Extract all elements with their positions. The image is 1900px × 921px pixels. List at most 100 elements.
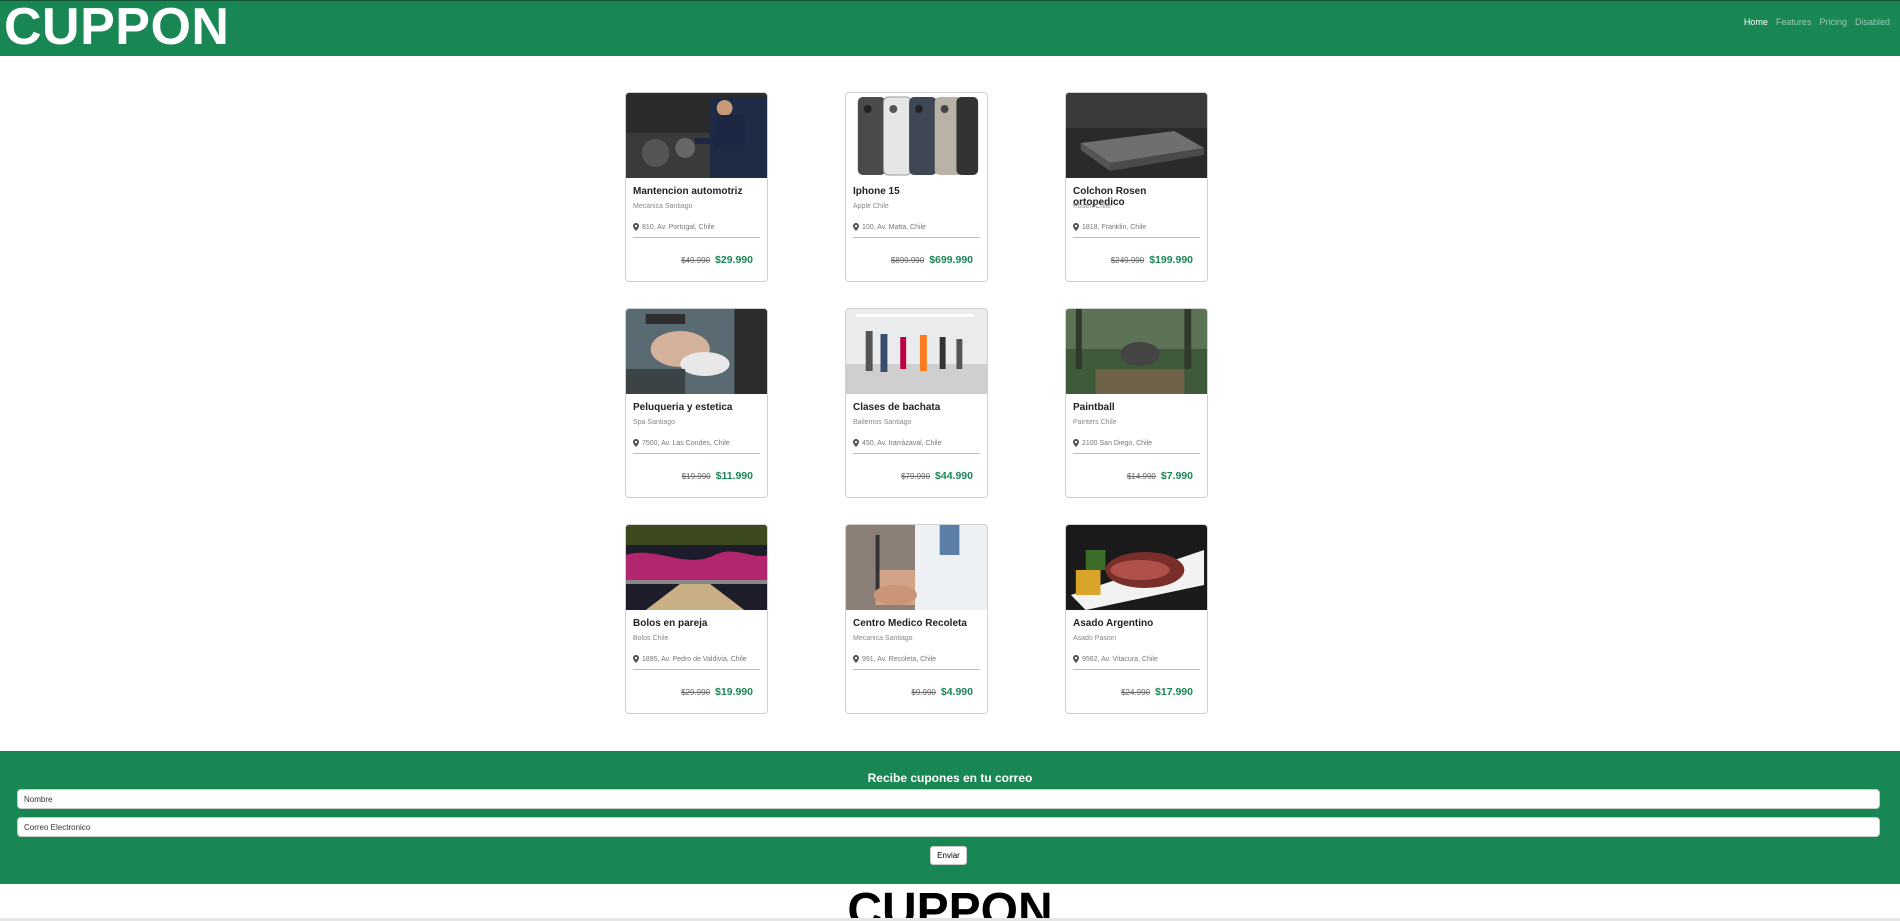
card-address-row: 450, Av. Irarrázaval, Chile xyxy=(853,439,980,447)
coupon-card[interactable]: Mantencion automotriz Mecanica Santiago 81… xyxy=(625,92,768,282)
coupon-card[interactable]: Asado Argentino Asado Pasion 9562, Av. Vit… xyxy=(1065,524,1208,714)
card-prices: $249.990 $199.990 xyxy=(1111,254,1193,266)
name-input[interactable] xyxy=(17,789,1880,809)
map-pin-icon xyxy=(1073,223,1079,231)
old-price: $24.990 xyxy=(1121,688,1151,697)
nav-link-features[interactable]: Features xyxy=(1776,17,1812,27)
card-address: 7500, Av. Las Condes, Chile xyxy=(642,439,730,447)
newsletter-section: Recibe cupones en tu correo Enviar xyxy=(0,751,1900,884)
newsletter-title: Recibe cupones en tu correo xyxy=(867,771,1033,785)
navbar: CUPPON Home Features Pricing Disabled xyxy=(0,0,1900,56)
card-title: Clases de bachata xyxy=(853,402,941,413)
card-address: 810, Av. Portugal, Chile xyxy=(642,223,715,231)
card-address-row: 991, Av. Recoleta, Chile xyxy=(853,655,980,663)
card-company: Painters Chile xyxy=(1073,419,1117,426)
card-divider xyxy=(853,669,980,670)
card-address-row: 7500, Av. Las Condes, Chile xyxy=(633,439,760,447)
card-address: 9562, Av. Vitacura, Chile xyxy=(1082,655,1158,663)
map-pin-icon xyxy=(853,223,859,231)
nav-link-disabled: Disabled xyxy=(1854,17,1890,27)
card-address-row: 100, Av. Matta, Chile xyxy=(853,223,980,231)
footer-brand: CUPPON xyxy=(0,884,1900,921)
submit-button[interactable]: Enviar xyxy=(930,846,967,865)
card-title: Colchon Rosen ortopedico xyxy=(1073,186,1147,208)
mechanic-photo xyxy=(626,93,767,178)
card-company: Mecanica Santiago xyxy=(633,203,693,210)
coupon-card[interactable]: Peluqueria y estetica Spa Santiago 7500, A… xyxy=(625,308,768,498)
map-pin-icon xyxy=(633,655,639,663)
card-divider xyxy=(853,453,980,454)
new-price: $199.990 xyxy=(1149,254,1193,266)
card-prices: $29.990 $19.990 xyxy=(681,686,753,698)
dance-class-photo xyxy=(846,309,987,394)
card-company: Bailemos Santiago xyxy=(853,419,912,426)
iphone-photo xyxy=(846,93,987,178)
new-price: $19.990 xyxy=(715,686,753,698)
coupon-card[interactable]: Bolos en pareja Bolos Chile 1895, Av. Pedr… xyxy=(625,524,768,714)
old-price: $29.990 xyxy=(681,688,711,697)
card-prices: $19.990 $11.990 xyxy=(682,470,753,482)
card-divider xyxy=(1073,237,1200,238)
nav-links: Home Features Pricing Disabled xyxy=(1744,17,1890,27)
card-divider xyxy=(633,669,760,670)
new-price: $4.990 xyxy=(940,686,973,698)
new-price: $7.990 xyxy=(1160,470,1193,482)
old-price: $19.990 xyxy=(681,472,711,481)
email-input[interactable] xyxy=(17,817,1880,837)
doctor-photo xyxy=(846,525,987,610)
coupon-card[interactable]: Iphone 15 Apple Chile 100, Av. Matta, Chil… xyxy=(845,92,988,282)
card-address: 100, Av. Matta, Chile xyxy=(862,223,926,231)
old-price: $49.990 xyxy=(681,256,711,265)
paintball-photo xyxy=(1066,309,1207,394)
brand-logo[interactable]: CUPPON xyxy=(4,0,229,57)
coupon-card[interactable]: Colchon Rosen ortopedico Rosen Chile 1818,… xyxy=(1065,92,1208,282)
card-address: 1895, Av. Pedro de Valdivia, Chile xyxy=(642,655,747,663)
card-divider xyxy=(853,237,980,238)
coupon-card[interactable]: Paintball Painters Chile 2100 San Diego, C… xyxy=(1065,308,1208,498)
card-address: 2100 San Diego, Chile xyxy=(1082,439,1153,447)
card-prices: $79.990 $44.990 xyxy=(901,470,973,482)
card-divider xyxy=(1073,669,1200,670)
coupon-card[interactable]: Centro Medico Recoleta Mecanica Santiago 9… xyxy=(845,524,988,714)
footer-logo: CUPPON xyxy=(847,884,1053,921)
map-pin-icon xyxy=(853,655,859,663)
mattress-photo xyxy=(1066,93,1207,178)
card-company: Mecanica Santiago xyxy=(853,635,913,642)
old-price: $249.990 xyxy=(1110,256,1145,265)
map-pin-icon xyxy=(633,223,639,231)
nav-link-pricing[interactable]: Pricing xyxy=(1819,17,1847,27)
card-prices: $24.990 $17.990 xyxy=(1121,686,1193,698)
card-title: Peluqueria y estetica xyxy=(633,402,733,413)
old-price: $899.990 xyxy=(890,256,925,265)
nav-link-home[interactable]: Home xyxy=(1744,17,1768,27)
card-company: Rosen Chile xyxy=(1073,203,1112,210)
card-title: Mantencion automotriz xyxy=(633,186,743,197)
card-prices: $899.990 $699.990 xyxy=(891,254,973,266)
map-pin-icon xyxy=(1073,655,1079,663)
card-company: Apple Chile xyxy=(853,203,889,210)
card-address: 450, Av. Irarrázaval, Chile xyxy=(862,439,942,447)
map-pin-icon xyxy=(1073,439,1079,447)
map-pin-icon xyxy=(633,439,639,447)
map-pin-icon xyxy=(853,439,859,447)
new-price: $17.990 xyxy=(1155,686,1193,698)
steak-photo xyxy=(1066,525,1207,610)
card-title: Paintball xyxy=(1073,402,1115,413)
card-title: Asado Argentino xyxy=(1073,618,1154,629)
card-divider xyxy=(633,237,760,238)
card-prices: $49.990 $29.990 xyxy=(681,254,753,266)
new-price: $29.990 xyxy=(715,254,753,266)
bowling-photo xyxy=(626,525,767,610)
card-company: Spa Santiago xyxy=(633,419,676,426)
card-address-row: 2100 San Diego, Chile xyxy=(1073,439,1200,447)
card-company: Bolos Chile xyxy=(633,635,669,642)
new-price: $11.990 xyxy=(715,470,753,482)
card-title: Bolos en pareja xyxy=(633,618,708,629)
card-address: 991, Av. Recoleta, Chile xyxy=(862,655,937,663)
old-price: $9.990 xyxy=(911,688,936,697)
card-prices: $9.990 $4.990 xyxy=(911,686,973,698)
card-divider xyxy=(633,453,760,454)
card-address-row: 810, Av. Portugal, Chile xyxy=(633,223,760,231)
coupon-card[interactable]: Clases de bachata Bailemos Santiago 450, A… xyxy=(845,308,988,498)
card-title: Iphone 15 xyxy=(853,186,900,197)
